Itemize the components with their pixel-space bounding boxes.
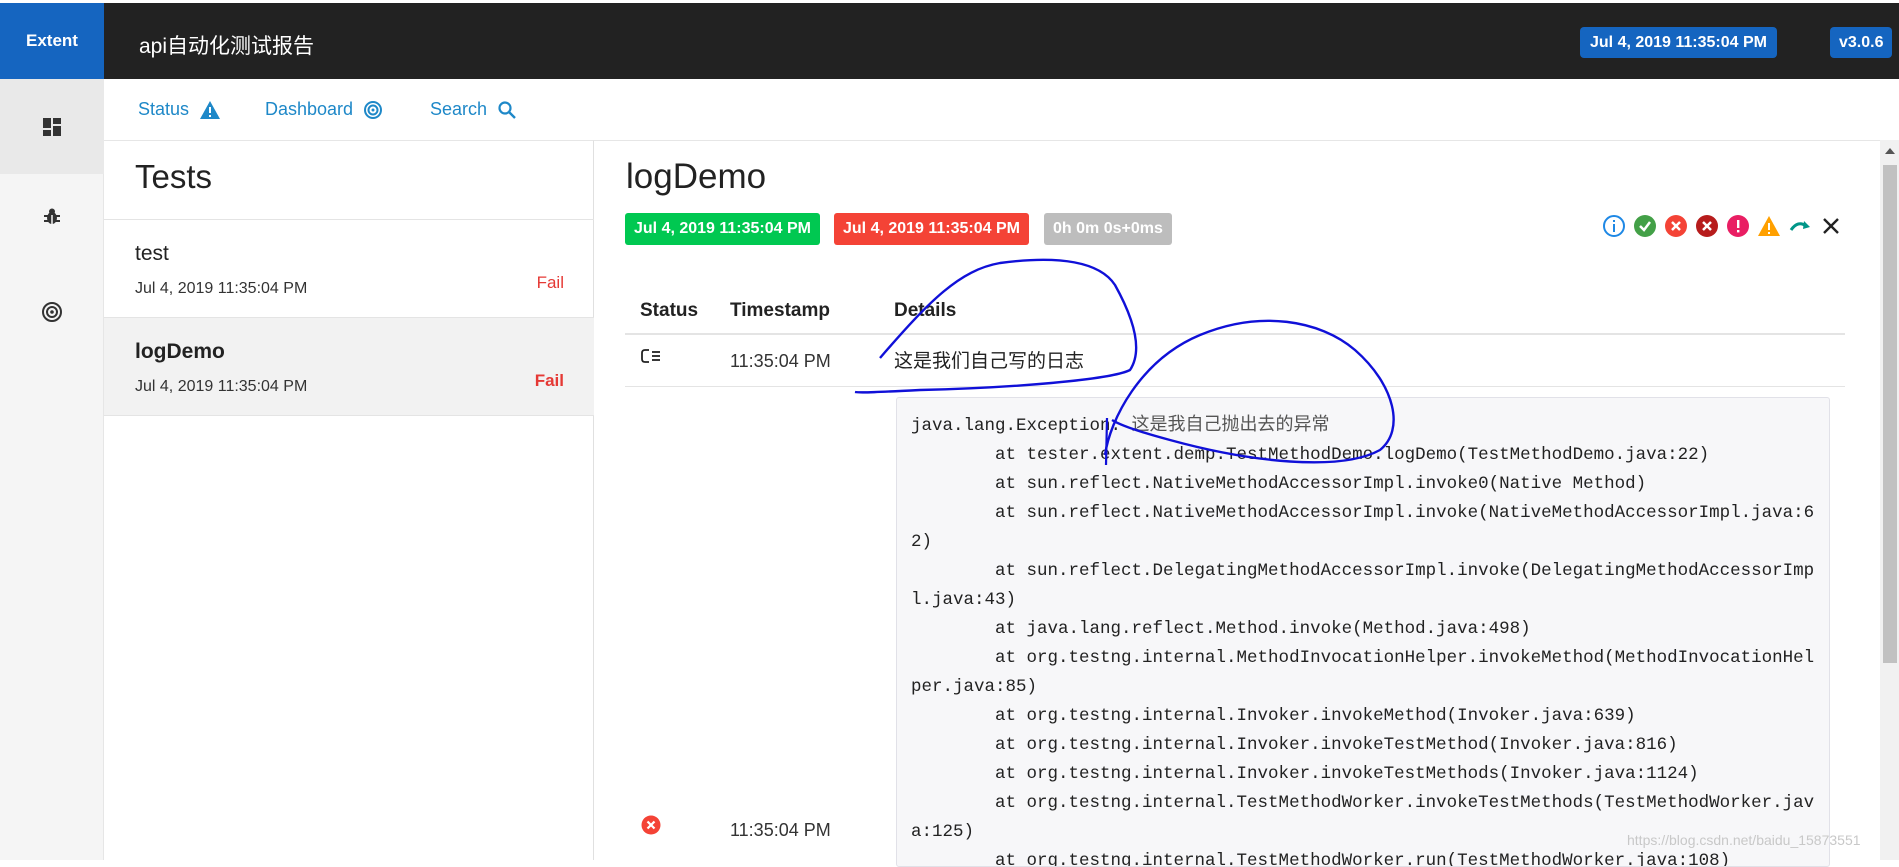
dashboard-gauge-icon (364, 100, 383, 119)
fatal-icon[interactable] (1695, 214, 1719, 238)
log-status-filters (1602, 214, 1843, 238)
status-filter-label: Status (138, 99, 190, 119)
info-icon[interactable] (1602, 214, 1626, 238)
bug-icon (44, 208, 60, 224)
test-name: logDemo (135, 340, 225, 363)
exception-class: java.lang.Exception: (911, 416, 1132, 436)
dashboard-gauge-icon (42, 301, 62, 322)
column-header-timestamp: Timestamp (730, 300, 830, 321)
skip-icon[interactable] (1788, 214, 1812, 238)
search-link-label: Search (430, 99, 488, 119)
table-row-divider (625, 386, 1845, 387)
test-list-item[interactable]: logDemo Jul 4, 2019 11:35:04 PM Fail (104, 318, 594, 415)
tests-heading: Tests (135, 158, 213, 195)
warning-icon[interactable] (1757, 214, 1781, 238)
fail-icon[interactable] (1664, 214, 1688, 238)
sidebar-item-tests[interactable] (0, 79, 104, 174)
test-time: Jul 4, 2019 11:35:04 PM (135, 378, 308, 395)
test-title: logDemo (626, 157, 767, 196)
search-link[interactable]: Search (430, 99, 517, 120)
scrollbar-thumb[interactable] (1883, 165, 1897, 663)
report-title: api自动化测试报告 (139, 35, 315, 58)
close-icon[interactable] (1819, 214, 1843, 238)
log-icon (641, 349, 660, 363)
test-status-badge: Fail (536, 273, 564, 292)
report-date-badge: Jul 4, 2019 11:35:04 PM (1580, 27, 1777, 58)
test-name: test (135, 242, 169, 265)
column-header-details: Details (894, 300, 957, 321)
duration-badge: 0h 0m 0s+0ms (1044, 213, 1172, 245)
end-time-badge: Jul 4, 2019 11:35:04 PM (834, 213, 1029, 245)
test-status-badge: Fail (534, 371, 564, 390)
test-list-item[interactable]: test Jul 4, 2019 11:35:04 PM Fail (104, 220, 594, 317)
dashboard-link-label: Dashboard (265, 99, 354, 119)
sidebar-item-dashboard[interactable] (0, 264, 104, 359)
brand-logo[interactable]: Extent (0, 3, 104, 79)
exception-stacktrace: java.lang.Exception: 这是我自己抛出去的异常 at test… (896, 397, 1830, 867)
search-icon (498, 100, 516, 119)
divider (104, 415, 594, 416)
stacktrace-body: at tester.extent.demp.TestMethodDemo.log… (911, 445, 1815, 867)
warning-icon (200, 100, 221, 119)
status-filter-link[interactable]: Status (138, 99, 221, 120)
watermark: https://blog.csdn.net/baidu_15873551 (1627, 832, 1861, 848)
table-header-divider (625, 333, 1845, 335)
column-header-status: Status (640, 300, 699, 321)
exception-message: 这是我自己抛出去的异常 (1131, 414, 1330, 435)
start-time-badge: Jul 4, 2019 11:35:04 PM (625, 213, 820, 245)
dashboard-link[interactable]: Dashboard (265, 99, 383, 120)
log-details: 这是我们自己写的日志 (894, 351, 1085, 372)
error-icon[interactable] (1726, 214, 1750, 238)
pass-icon[interactable] (1633, 214, 1657, 238)
fail-icon (641, 815, 661, 835)
dashboard-grid-icon (43, 117, 61, 136)
test-time: Jul 4, 2019 11:35:04 PM (135, 280, 308, 297)
log-timestamp: 11:35:04 PM (730, 351, 831, 371)
version-badge: v3.0.6 (1830, 27, 1893, 58)
scroll-up-arrow-icon[interactable] (1883, 146, 1897, 156)
log-timestamp: 11:35:04 PM (730, 820, 831, 840)
sidebar-item-exceptions[interactable] (0, 169, 104, 264)
